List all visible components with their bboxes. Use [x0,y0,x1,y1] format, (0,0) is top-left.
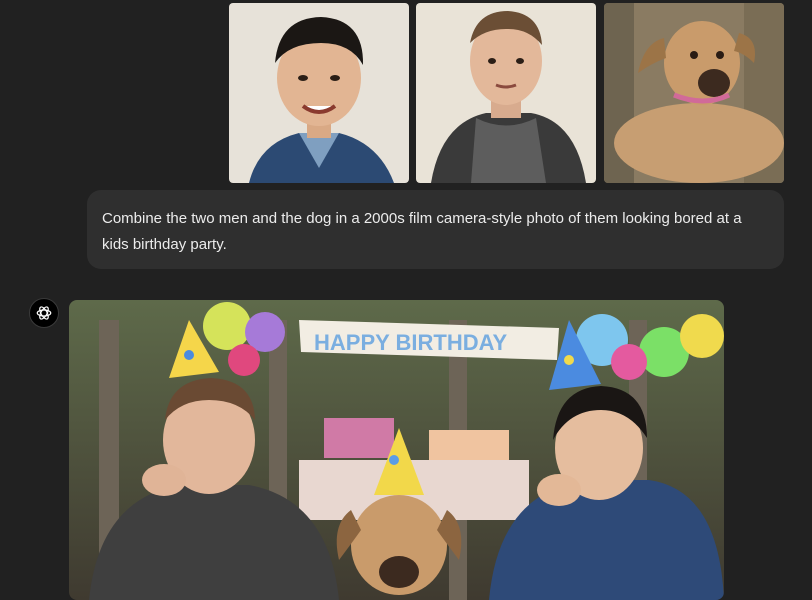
assistant-avatar [29,298,59,328]
attachment-man-1-image[interactable] [229,3,409,183]
openai-logo-icon [36,306,52,320]
man-1-illustration [229,3,409,183]
user-message-bubble: Combine the two men and the dog in a 200… [87,190,784,269]
dog-illustration [604,3,784,183]
birthday-party-illustration: HAPPY BIRTHDAY [69,300,724,600]
user-message-text: Combine the two men and the dog in a 200… [102,210,742,253]
banner-text: HAPPY BIRTHDAY [314,330,507,355]
attachment-man-2-image[interactable] [416,3,596,183]
man-2-illustration [416,3,596,183]
generated-image[interactable]: HAPPY BIRTHDAY [69,300,724,600]
attachment-dog-image[interactable] [604,3,784,183]
